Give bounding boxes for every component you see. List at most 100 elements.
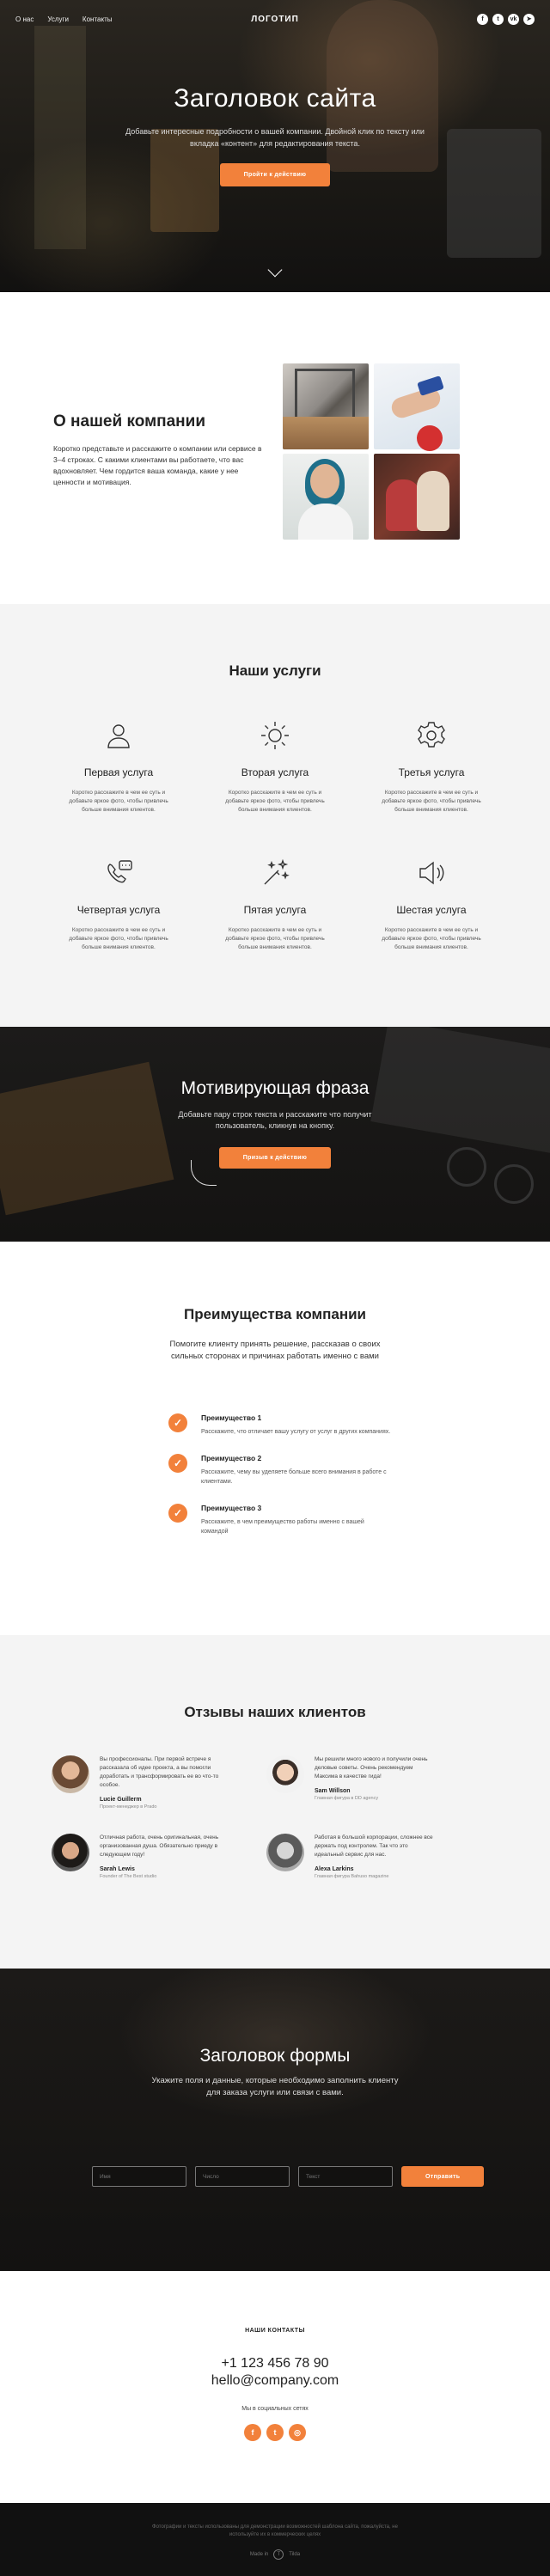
advantage-body: Расскажите, что отличает вашу услугу от … — [201, 1429, 391, 1435]
avatar — [266, 1834, 304, 1871]
logo[interactable]: ЛОГОТИП — [251, 15, 299, 24]
number-field[interactable] — [195, 2166, 290, 2187]
hero-subtitle: Добавьте интересные подробности о вашей … — [125, 127, 425, 148]
service-title: Четвертая услуга — [76, 904, 161, 916]
review-text: Работая в большой корпорации, сложнее вс… — [315, 1834, 433, 1858]
about-photo-woman — [283, 454, 369, 540]
nav-link-about[interactable]: О нас — [15, 15, 34, 23]
service-card: Первая услуга Коротко расскажите в чем е… — [40, 718, 197, 815]
review-role: Главная фигура Bahuso magazine — [315, 1874, 389, 1879]
advantages-title: Преимущества компании — [184, 1306, 366, 1322]
contacts-heading: НАШИ КОНТАКТЫ — [245, 2328, 305, 2334]
contact-email[interactable]: hello@company.com — [0, 2373, 550, 2389]
motivation-section: Мотивирующая фраза Добавьте пару строк т… — [0, 1027, 550, 1242]
advantage-item: ✓ Преимущество 3 Расскажите, в чем преим… — [168, 1504, 392, 1536]
twitter-icon[interactable]: t — [492, 13, 504, 25]
service-title: Шестая услуга — [396, 904, 467, 916]
advantage-body: Расскажите, в чем преимущество работы им… — [201, 1519, 364, 1535]
person-icon — [101, 718, 136, 753]
advantage-title: Преимущество 2 — [201, 1454, 262, 1462]
nav-link-services[interactable]: Услуги — [47, 15, 69, 23]
advantage-body: Расскажите, чему вы уделяете больше всег… — [201, 1469, 387, 1485]
vk-icon[interactable]: vk — [508, 13, 519, 25]
hero-cta-button[interactable]: Пройти к действию — [219, 163, 331, 186]
facebook-icon[interactable]: f — [477, 13, 488, 25]
about-photo-pingpong — [417, 425, 443, 451]
motivation-subtitle: Добавьте пару строк текста и расскажите … — [178, 1110, 372, 1130]
service-body: Коротко расскажите в чем ее суть и добав… — [69, 927, 168, 950]
review-name: Sam Willson — [315, 1788, 351, 1794]
footer-made-with: Made in T Tilda — [0, 2549, 550, 2560]
check-icon: ✓ — [168, 1454, 187, 1473]
review-company-link[interactable]: The Best studio — [124, 1874, 156, 1879]
review-role: Founder of The Best studio — [100, 1874, 157, 1879]
review-card: Работая в большой корпорации, сложнее вс… — [266, 1834, 481, 1879]
advantages-list: ✓ Преимущество 1 Расскажите, что отличае… — [168, 1413, 392, 1554]
contacts-section: НАШИ КОНТАКТЫ +1 123 456 78 90 hello@com… — [0, 2271, 550, 2503]
service-card: Вторая услуга Коротко расскажите в чем е… — [197, 718, 353, 815]
service-body: Коротко расскажите в чем ее суть и добав… — [382, 927, 481, 950]
magic-wand-icon — [258, 856, 292, 890]
telegram-icon[interactable]: ➤ — [523, 13, 535, 25]
review-company-link[interactable]: Bahuso magazine — [351, 1874, 388, 1879]
services-grid: Первая услуга Коротко расскажите в чем е… — [40, 718, 510, 952]
about-photo-office — [283, 363, 369, 449]
text-field[interactable] — [298, 2166, 393, 2187]
review-text: Мы решили много нового и получили очень … — [315, 1756, 428, 1779]
footer-brand[interactable]: Tilda — [289, 2552, 300, 2557]
service-card: Шестая услуга Коротко расскажите в чем е… — [353, 856, 510, 952]
contact-phone[interactable]: +1 123 456 78 90 — [0, 2356, 550, 2372]
motivation-content: Мотивирующая фраза Добавьте пару строк т… — [0, 1078, 550, 1169]
tilda-logo-icon[interactable]: T — [273, 2549, 284, 2560]
motivation-cta-button[interactable]: Призыв к действию — [218, 1147, 332, 1169]
service-body: Коротко расскажите в чем ее суть и добав… — [225, 927, 325, 950]
review-text: Отличная работа, очень оригинальная, оче… — [100, 1834, 219, 1858]
glasses-decoration — [494, 1164, 534, 1204]
submit-button[interactable]: Отправить — [401, 2166, 485, 2187]
review-role: Проект-менеджер в Prado — [100, 1804, 157, 1810]
nav-link-contacts[interactable]: Контакты — [82, 15, 113, 23]
review-role: Главная фигура в DD agency — [315, 1796, 379, 1801]
reviews-title: Отзывы наших клиентов — [184, 1704, 366, 1720]
review-company-link[interactable]: Prado — [144, 1804, 157, 1810]
service-body: Коротко расскажите в чем ее суть и добав… — [69, 790, 168, 813]
nav-links: О нас Услуги Контакты — [15, 15, 112, 23]
review-name: Lucie Guillerm — [100, 1797, 142, 1803]
reviews-grid: Вы профессионалы. При первой встрече я р… — [52, 1755, 481, 1879]
twitter-icon[interactable]: t — [266, 2424, 284, 2441]
contacts-social: f t ◎ — [0, 2424, 550, 2441]
advantage-title: Преимущество 1 — [201, 1413, 262, 1422]
speaker-icon — [414, 856, 449, 890]
name-field[interactable] — [92, 2166, 186, 2187]
avatar — [266, 1755, 304, 1793]
instagram-icon[interactable]: ◎ — [289, 2424, 306, 2441]
reviews-section: Отзывы наших клиентов Вы профессионалы. … — [0, 1635, 550, 1969]
avatar — [52, 1834, 89, 1871]
service-title: Вторая услуга — [241, 766, 309, 778]
review-card: Отличная работа, очень оригинальная, оче… — [52, 1834, 266, 1879]
advantages-section: Преимущества компании Помогите клиенту п… — [0, 1242, 550, 1635]
sun-icon — [258, 718, 292, 753]
advantages-subtitle: Помогите клиенту принять решение, расска… — [169, 1340, 381, 1361]
check-icon: ✓ — [168, 1413, 187, 1432]
review-card: Мы решили много нового и получили очень … — [266, 1755, 481, 1810]
review-card: Вы профессионалы. При первой встрече я р… — [52, 1755, 266, 1810]
footer-note: Фотографии и тексты использованы для дем… — [152, 2524, 398, 2537]
about-title: О нашей компании — [53, 412, 206, 430]
services-section: Наши услуги Первая услуга Коротко расска… — [0, 604, 550, 1027]
hero-content: Заголовок сайта Добавьте интересные подр… — [0, 84, 550, 186]
review-company-link[interactable]: DD agency — [355, 1796, 378, 1801]
service-card: Четвертая услуга Коротко расскажите в че… — [40, 856, 197, 952]
advantage-title: Преимущество 3 — [201, 1504, 262, 1512]
services-title: Наши услуги — [229, 662, 321, 679]
gear-icon — [414, 718, 449, 753]
service-title: Первая услуга — [83, 766, 154, 778]
nav-social: f t vk ➤ — [477, 13, 535, 25]
footer-made-label: Made in — [249, 2552, 269, 2557]
service-title: Третья услуга — [398, 766, 465, 778]
scroll-down-icon[interactable] — [267, 262, 283, 278]
motivation-title: Мотивирующая фраза — [180, 1078, 370, 1098]
facebook-icon[interactable]: f — [244, 2424, 261, 2441]
about-text: О нашей компании Коротко представьте и р… — [53, 412, 268, 488]
footer: Фотографии и тексты использованы для дем… — [0, 2503, 550, 2576]
